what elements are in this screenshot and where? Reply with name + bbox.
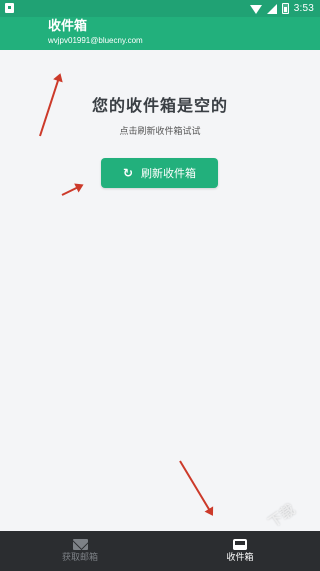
refresh-icon: ↻ xyxy=(122,166,134,180)
cell-signal-icon xyxy=(266,3,277,14)
empty-state-hint: 点击刷新收件箱试试 xyxy=(119,127,201,137)
nav-tab-get-mailbox[interactable]: 获取邮箱 xyxy=(0,531,160,571)
inbox-icon xyxy=(233,538,247,550)
status-bar: 3:53 xyxy=(0,0,320,17)
annotation-arrow-refresh xyxy=(61,184,83,196)
page-title: 收件箱 xyxy=(48,19,88,34)
refresh-inbox-button[interactable]: ↻ 刷新收件箱 xyxy=(101,158,218,188)
nav-tab-label: 获取邮箱 xyxy=(61,552,98,563)
nav-tab-label: 收件箱 xyxy=(226,552,254,563)
status-clock: 3:53 xyxy=(293,3,314,14)
mail-icon xyxy=(72,538,88,550)
battery-icon xyxy=(281,3,289,14)
notification-icon xyxy=(5,3,14,13)
annotation-arrow-inbox-tab xyxy=(179,460,213,515)
status-icons: 3:53 xyxy=(249,2,314,15)
refresh-button-label: 刷新收件箱 xyxy=(141,167,197,180)
account-email: wvjpv01991@bluecny.com xyxy=(48,36,143,45)
app-bar: 收件箱 wvjpv01991@bluecny.com xyxy=(0,17,320,50)
wifi-icon xyxy=(249,5,262,14)
